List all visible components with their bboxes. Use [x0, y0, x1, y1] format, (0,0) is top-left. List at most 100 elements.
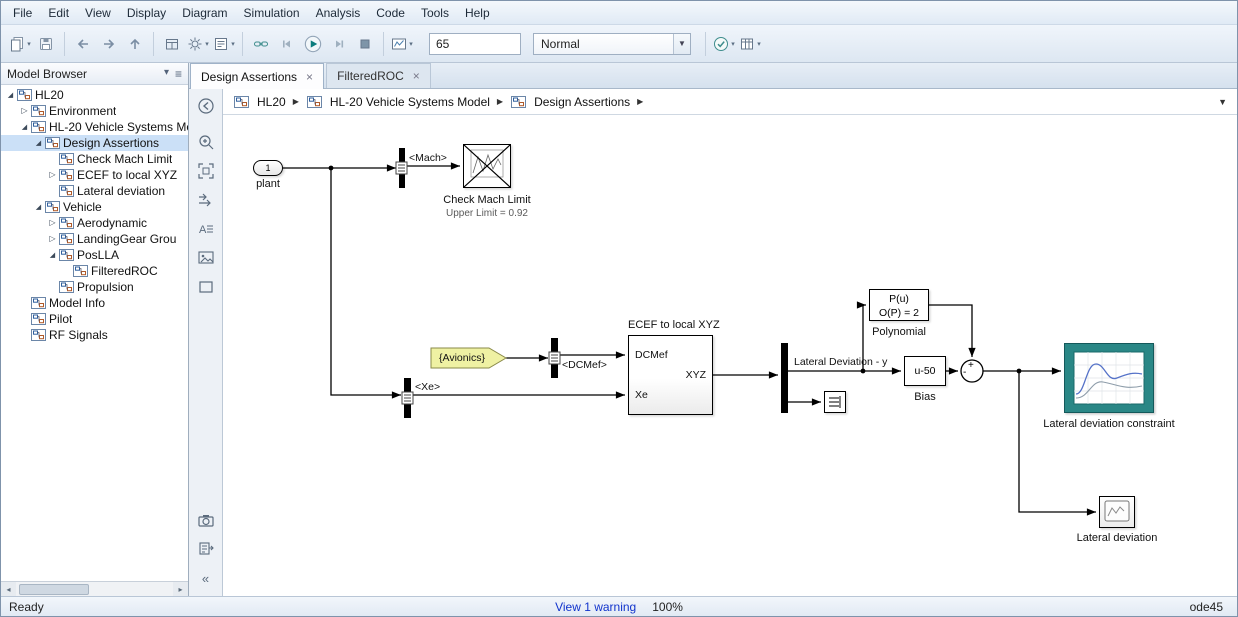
copy-view-button[interactable] — [192, 537, 220, 561]
model-browser-hscrollbar[interactable] — [1, 581, 188, 596]
signal-check-block[interactable] — [824, 391, 846, 413]
breadcrumb-arrow-icon[interactable] — [293, 97, 299, 106]
tree-item-filteredroc[interactable]: FilteredROC — [1, 263, 188, 279]
scrollbar-thumb[interactable] — [19, 583, 89, 595]
breadcrumb-item-vehicle-systems-model[interactable]: HL-20 Vehicle Systems Model — [306, 95, 490, 109]
tree-item-hl20-vehicle-systems-model[interactable]: HL-20 Vehicle Systems Mo — [1, 119, 188, 135]
build-button[interactable] — [737, 31, 763, 57]
lateral-deviation-constraint-block[interactable] — [1064, 343, 1154, 413]
close-icon[interactable] — [306, 72, 313, 82]
camera-icon — [197, 515, 214, 527]
model-browser-tree: HL20 Environment HL-20 Vehicle Systems M… — [1, 85, 188, 581]
screenshot-button[interactable] — [192, 508, 220, 532]
collapse-icon[interactable] — [47, 167, 58, 183]
menu-item-tools[interactable]: Tools — [413, 3, 457, 23]
link-button[interactable] — [248, 31, 274, 57]
dcmef-signal-label: <DCMef> — [562, 359, 607, 371]
breadcrumb-dropdown-icon[interactable] — [1218, 97, 1227, 107]
panel-options-icon[interactable] — [175, 67, 182, 81]
menu-item-edit[interactable]: Edit — [40, 3, 77, 23]
hide-breadcrumb-button[interactable] — [192, 94, 220, 118]
menu-item-simulation[interactable]: Simulation — [236, 3, 308, 23]
tab-filteredroc[interactable]: FilteredROC — [326, 63, 431, 88]
panel-menu-icon[interactable] — [164, 67, 169, 81]
tab-design-assertions[interactable]: Design Assertions — [190, 63, 325, 89]
breadcrumb-arrow-icon[interactable] — [637, 97, 643, 106]
tree-item-model-info[interactable]: Model Info — [1, 295, 188, 311]
nav-forward-button[interactable] — [96, 31, 122, 57]
warning-link[interactable]: View 1 warning — [555, 600, 636, 614]
tree-item-poslla[interactable]: PosLLA — [1, 247, 188, 263]
collapse-icon[interactable] — [47, 215, 58, 231]
settings-button[interactable] — [185, 31, 211, 57]
lateral-deviation-scope-block[interactable] — [1099, 496, 1135, 528]
expand-icon[interactable] — [5, 87, 16, 104]
chevron-down-icon — [27, 40, 31, 48]
tree-item-environment[interactable]: Environment — [1, 103, 188, 119]
menu-item-file[interactable]: File — [5, 3, 40, 23]
window-layout-button[interactable] — [159, 31, 185, 57]
tree-item-label: FilteredROC — [91, 264, 158, 278]
pan-button[interactable] — [192, 188, 220, 212]
insert-image-button[interactable] — [192, 246, 220, 270]
model-properties-button[interactable] — [211, 31, 237, 57]
close-icon[interactable] — [413, 71, 420, 81]
new-model-button[interactable] — [7, 31, 33, 57]
menu-item-help[interactable]: Help — [457, 3, 498, 23]
breadcrumb-arrow-icon[interactable] — [497, 97, 503, 106]
fit-to-view-button[interactable] — [192, 159, 220, 183]
expand-icon[interactable] — [47, 247, 58, 264]
polynomial-block[interactable]: P(u) O(P) = 2 — [869, 289, 929, 321]
zoom-button[interactable] — [192, 130, 220, 154]
step-back-icon — [283, 40, 290, 47]
collapse-icon[interactable] — [47, 231, 58, 247]
scroll-right-icon[interactable] — [173, 582, 188, 596]
nav-up-button[interactable] — [122, 31, 148, 57]
menu-item-code[interactable]: Code — [368, 3, 413, 23]
solver-name[interactable]: ode45 — [1190, 600, 1223, 614]
tree-item-pilot[interactable]: Pilot — [1, 311, 188, 327]
tree-item-check-mach-limit[interactable]: Check Mach Limit — [1, 151, 188, 167]
collapse-icon[interactable] — [19, 103, 30, 119]
expand-icon[interactable] — [33, 199, 44, 216]
run-button[interactable] — [300, 31, 326, 57]
step-forward-button[interactable] — [326, 31, 352, 57]
tree-item-propulsion[interactable]: Propulsion — [1, 279, 188, 295]
scroll-left-icon[interactable] — [1, 582, 16, 596]
expand-icon[interactable] — [19, 119, 30, 136]
save-button[interactable] — [33, 31, 59, 57]
tree-item-rf-signals[interactable]: RF Signals — [1, 327, 188, 343]
step-back-button[interactable] — [274, 31, 300, 57]
sim-mode-select[interactable]: Normal — [533, 32, 691, 55]
bias-block[interactable]: u-50 — [904, 356, 946, 386]
rectangle-icon — [198, 281, 213, 293]
inport-block[interactable]: 1 — [253, 160, 283, 176]
draw-rectangle-button[interactable] — [192, 275, 220, 299]
menu-item-view[interactable]: View — [77, 3, 119, 23]
tree-item-lateral-deviation[interactable]: Lateral deviation — [1, 183, 188, 199]
tree-item-ecef-to-local-xyz[interactable]: ECEF to local XYZ — [1, 167, 188, 183]
model-icon — [59, 169, 74, 181]
menu-item-diagram[interactable]: Diagram — [174, 3, 235, 23]
menu-item-display[interactable]: Display — [119, 3, 174, 23]
annotation-button[interactable]: A — [192, 217, 220, 241]
ecef-to-local-xyz-block[interactable]: DCMef Xe XYZ — [628, 335, 713, 415]
tree-item-aerodynamic[interactable]: Aerodynamic — [1, 215, 188, 231]
breadcrumb-item-design-assertions[interactable]: Design Assertions — [510, 95, 630, 109]
collapse-palette-button[interactable]: « — [192, 566, 220, 590]
tree-item-landinggear-ground[interactable]: LandingGear Grou — [1, 231, 188, 247]
tree-item-hl20[interactable]: HL20 — [1, 87, 188, 103]
stop-button[interactable] — [352, 31, 378, 57]
check-mach-limit-block[interactable] — [463, 144, 511, 188]
nav-back-button[interactable] — [70, 31, 96, 57]
expand-icon[interactable] — [33, 135, 44, 152]
tree-item-label: Aerodynamic — [77, 216, 148, 230]
simulation-data-display-button[interactable] — [389, 31, 415, 57]
menu-item-analysis[interactable]: Analysis — [308, 3, 369, 23]
tree-item-design-assertions[interactable]: Design Assertions — [1, 135, 188, 151]
breadcrumb-item-hl20[interactable]: HL20 — [233, 95, 286, 109]
sim-stop-time-input[interactable] — [429, 32, 521, 55]
tree-item-vehicle[interactable]: Vehicle — [1, 199, 188, 215]
diagram-canvas[interactable]: 1 plant <Mach> Check Mach Limit Upper Li… — [223, 115, 1237, 596]
model-advisor-button[interactable] — [711, 31, 737, 57]
